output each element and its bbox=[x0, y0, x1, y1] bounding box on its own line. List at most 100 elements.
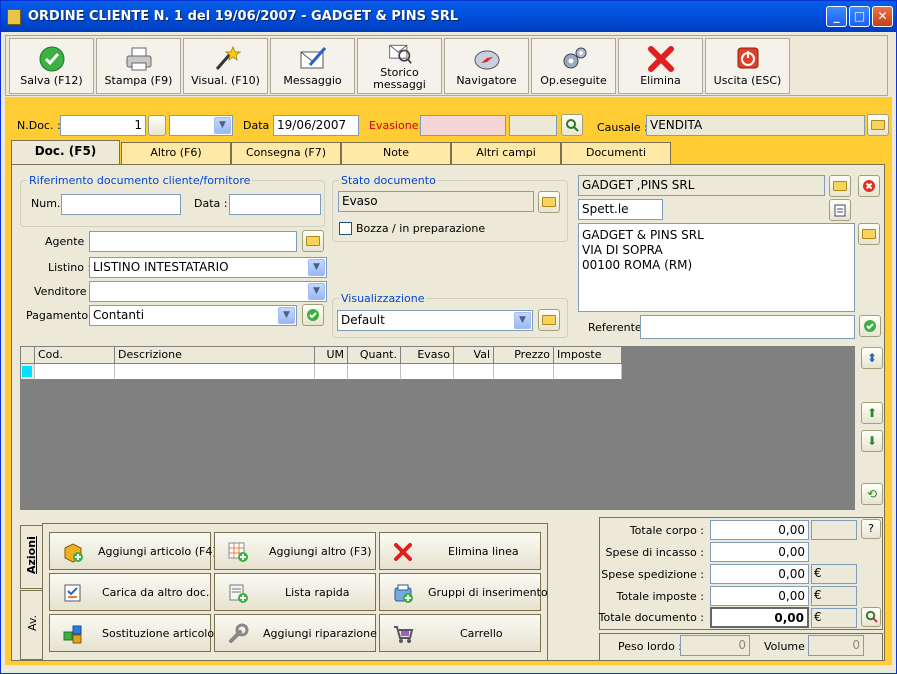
grid-cell[interactable] bbox=[35, 364, 115, 380]
address-browse-button[interactable] bbox=[858, 223, 880, 245]
add-article-button[interactable]: Aggiungi articolo (F4) bbox=[49, 532, 217, 570]
quick-list-label: Lista rapida bbox=[285, 586, 350, 599]
maximize-button[interactable]: □ bbox=[849, 6, 870, 27]
replace-article-button[interactable]: Sostituzione articolo bbox=[49, 614, 214, 652]
grid-cell[interactable] bbox=[115, 364, 315, 380]
tab-azioni[interactable]: Azioni bbox=[20, 525, 43, 589]
visualizzazione-title: Visualizzazione bbox=[339, 292, 427, 305]
grid-cell[interactable] bbox=[454, 364, 494, 380]
delete-line-button[interactable]: Elimina linea bbox=[379, 532, 541, 570]
venditore-select[interactable]: ▼ bbox=[89, 281, 327, 302]
evasione-zoom-button[interactable] bbox=[561, 114, 583, 136]
ndoc-series-select[interactable]: ▼ bbox=[169, 115, 233, 136]
ndoc-series-button[interactable] bbox=[148, 115, 166, 136]
quick-list-button[interactable]: Lista rapida bbox=[214, 573, 376, 611]
folder-icon bbox=[542, 197, 556, 207]
message-history-button[interactable]: Storico messaggi bbox=[357, 38, 442, 94]
tab-note[interactable]: Note bbox=[341, 142, 451, 164]
grid-cell[interactable] bbox=[315, 364, 348, 380]
delete-button[interactable]: Elimina bbox=[618, 38, 703, 94]
sort-lines-button[interactable]: ⬍ bbox=[861, 347, 883, 369]
totale-zoom-button[interactable] bbox=[861, 607, 881, 627]
col-evaso[interactable]: Evaso bbox=[401, 347, 454, 364]
causale-field[interactable]: VENDITA bbox=[646, 115, 865, 136]
add-repair-button[interactable]: Aggiungi riparazione bbox=[214, 614, 377, 652]
add-other-button[interactable]: Aggiungi altro (F3) bbox=[214, 532, 376, 570]
insert-groups-button[interactable]: Gruppi di inserimento bbox=[379, 573, 548, 611]
red-cancel-icon bbox=[863, 180, 875, 192]
message-button[interactable]: Messaggio bbox=[270, 38, 355, 94]
add-repair-label: Aggiungi riparazione bbox=[263, 627, 377, 640]
grid-cell[interactable] bbox=[401, 364, 454, 380]
pagamento-select[interactable]: Contanti ▼ bbox=[89, 305, 297, 326]
tab-doc[interactable]: Doc. (F5) bbox=[11, 140, 120, 165]
customer-address-box[interactable]: GADGET & PINS SRL VIA DI SOPRA 00100 ROM… bbox=[578, 223, 855, 312]
order-lines-grid[interactable]: Cod. Descrizione UM Quant. Evaso Val Pre… bbox=[20, 346, 855, 510]
chevron-down-icon: ▼ bbox=[308, 283, 325, 300]
visualizzazione-browse-button[interactable] bbox=[538, 309, 560, 331]
folder-icon bbox=[306, 236, 320, 246]
help-button[interactable]: ? bbox=[861, 519, 881, 539]
print-button[interactable]: Stampa (F9) bbox=[96, 38, 181, 94]
tab-consegna[interactable]: Consegna (F7) bbox=[231, 142, 341, 164]
grid-cell[interactable] bbox=[494, 364, 554, 380]
stato-browse-button[interactable] bbox=[538, 191, 560, 213]
referente-confirm-button[interactable] bbox=[859, 315, 881, 337]
navigator-button[interactable]: Navigatore bbox=[444, 38, 529, 94]
customer-clear-button[interactable] bbox=[858, 175, 880, 197]
grid-cell[interactable] bbox=[554, 364, 622, 380]
save-button[interactable]: Salva (F12) bbox=[9, 38, 94, 94]
folder-icon bbox=[833, 181, 847, 191]
agente-field[interactable] bbox=[89, 231, 297, 252]
customer-name-field: GADGET ,PINS SRL bbox=[578, 175, 825, 196]
customer-browse-button[interactable] bbox=[829, 175, 851, 197]
compass-icon bbox=[474, 50, 499, 70]
move-up-button[interactable]: ⬆ bbox=[861, 402, 883, 424]
main-toolbar: Salva (F12) Stampa (F9) Visual. (F10) Me… bbox=[5, 35, 888, 96]
exit-button[interactable]: Uscita (ESC) bbox=[705, 38, 790, 94]
refresh-icon: ⟲ bbox=[866, 487, 878, 501]
load-doc-button[interactable]: Carica da altro doc. bbox=[49, 573, 211, 611]
ndoc-field[interactable]: 1 bbox=[60, 115, 146, 136]
date-field[interactable]: 19/06/2007 bbox=[273, 115, 359, 136]
salutation-edit-button[interactable] bbox=[829, 199, 851, 221]
grid-cell[interactable] bbox=[348, 364, 401, 380]
referente-field[interactable] bbox=[640, 315, 855, 339]
move-down-button[interactable]: ⬇ bbox=[861, 430, 883, 452]
refresh-lines-button[interactable]: ⟲ bbox=[861, 483, 883, 505]
causale-browse-button[interactable] bbox=[867, 114, 889, 136]
tab-av[interactable]: Av. bbox=[20, 590, 43, 660]
evasione-field[interactable] bbox=[420, 115, 506, 136]
col-descrizione[interactable]: Descrizione bbox=[115, 347, 315, 364]
tab-documenti[interactable]: Documenti bbox=[561, 142, 671, 164]
minimize-button[interactable]: _ bbox=[826, 6, 847, 27]
rif-date-field[interactable] bbox=[229, 194, 321, 215]
col-imposte[interactable]: Imposte bbox=[554, 347, 622, 364]
tab-altri-campi[interactable]: Altri campi bbox=[451, 142, 561, 164]
printer-icon bbox=[126, 47, 151, 71]
rif-num-field[interactable] bbox=[61, 194, 181, 215]
col-um[interactable]: UM bbox=[315, 347, 348, 364]
cart-button[interactable]: Carrello bbox=[379, 614, 541, 652]
pagamento-confirm-button[interactable] bbox=[302, 304, 324, 326]
col-quant[interactable]: Quant. bbox=[348, 347, 401, 364]
doc-panel: Riferimento documento cliente/fornitore … bbox=[11, 164, 885, 661]
col-val[interactable]: Val bbox=[454, 347, 494, 364]
agente-browse-button[interactable] bbox=[302, 230, 324, 252]
col-prezzo[interactable]: Prezzo bbox=[494, 347, 554, 364]
visual-button[interactable]: Visual. (F10) bbox=[183, 38, 268, 94]
pagamento-value: Contanti bbox=[93, 308, 145, 322]
spese-incasso-field[interactable]: 0,00 bbox=[710, 542, 809, 562]
spese-spedizione-field[interactable]: 0,00 bbox=[710, 564, 809, 584]
tab-altro[interactable]: Altro (F6) bbox=[121, 142, 231, 164]
add-article-label: Aggiungi articolo (F4) bbox=[98, 545, 217, 558]
quick-list-icon bbox=[229, 584, 248, 603]
close-button[interactable]: ✕ bbox=[872, 6, 893, 27]
col-cod[interactable]: Cod. bbox=[35, 347, 115, 364]
visualizzazione-select[interactable]: Default ▼ bbox=[337, 310, 533, 331]
salutation-field[interactable]: Spett.le bbox=[578, 199, 663, 220]
listino-select[interactable]: LISTINO INTESTATARIO ▼ bbox=[89, 257, 327, 278]
order-window: ORDINE CLIENTE N. 1 del 19/06/2007 - GAD… bbox=[0, 0, 897, 674]
operations-button[interactable]: Op.eseguite bbox=[531, 38, 616, 94]
bozza-checkbox[interactable] bbox=[339, 222, 352, 235]
